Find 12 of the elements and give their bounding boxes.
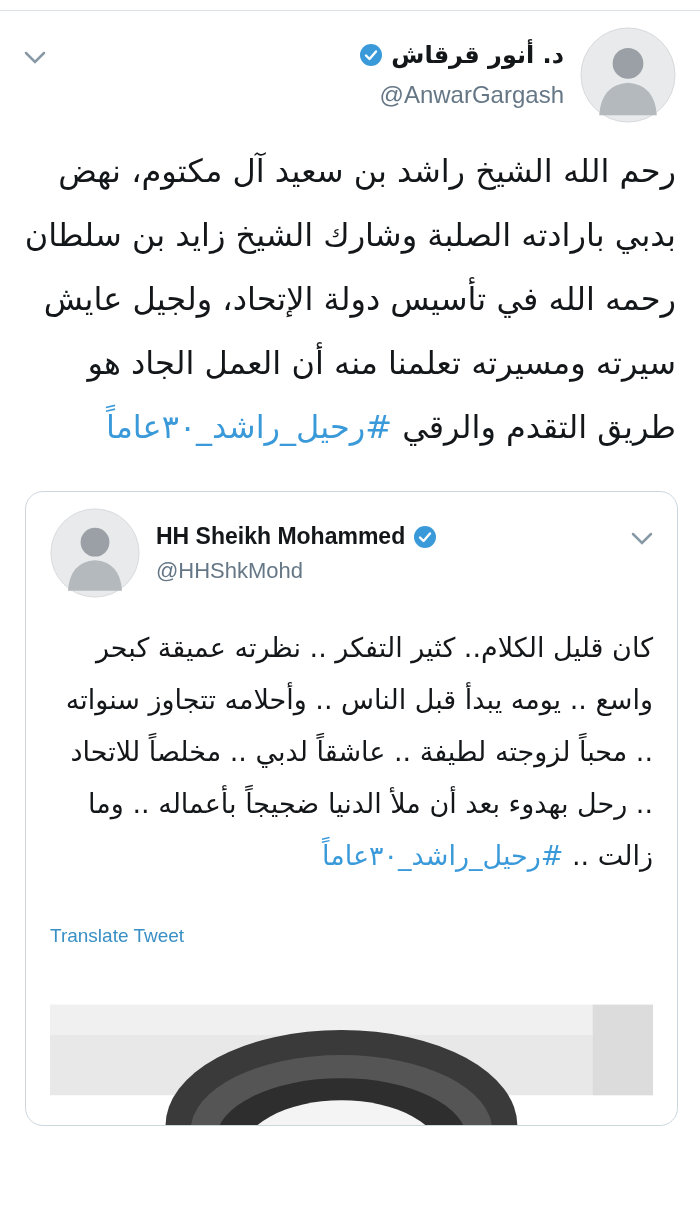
avatar[interactable]: [580, 27, 676, 123]
author-handle[interactable]: @AnwarGargash: [379, 77, 564, 113]
tweet-text: رحم الله الشيخ راشد بن سعيد آل مكتوم، نهض بدبي بارادته الصلبة وشارك الشيخ زايد بن سلطان رحمه الله في تأسيس دولة الإتحاد، ولجيل عايش سيرته ومسيرته تعلمنا منه أن العمل الجاد هو طريق التقدم والرقي #رحيل_راشد_٣٠عاماً: [23, 151, 677, 448]
author-name[interactable]: HH Sheikh Mohammed: [156, 519, 406, 554]
chevron-icon[interactable]: [24, 51, 46, 65]
avatar[interactable]: [50, 508, 140, 598]
translate-link[interactable]: Translate Tweet: [50, 925, 185, 946]
author-handle[interactable]: @HHShkMohd: [156, 553, 438, 587]
tweet-text: كان قليل الكلام.. كثير التفكر .. نظرته عميقة كبحر واسع .. يومه يبدأ قبل الناس .. وأحلامه تتجاوز سنواته .. محباً لزوجته لطيفة .. عاشقاً لدبي .. مخلصاً للاتحاد .. رحل بهدوء بعد أن ملأ الدنيا ضجيجاً بأعماله .. وما زالت .. #رحيل_راشد_٣٠عاماً: [64, 631, 654, 874]
author-name[interactable]: د. أنور قرقاش: [391, 37, 564, 73]
chevron-icon[interactable]: [631, 532, 653, 546]
quoted-tweet-card[interactable]: [25, 491, 678, 1126]
